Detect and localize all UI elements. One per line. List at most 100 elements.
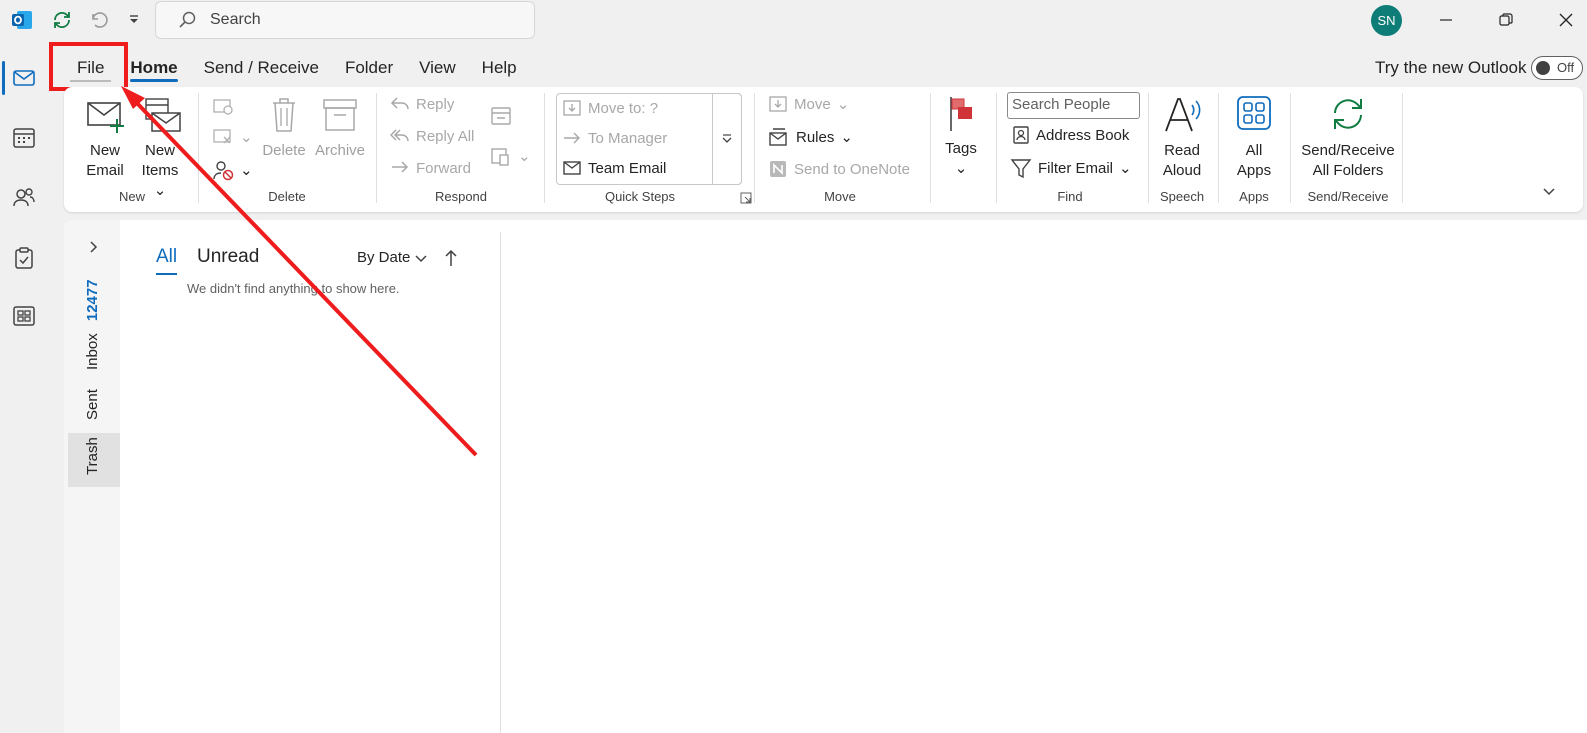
ribbon-collapse-icon[interactable]	[1542, 185, 1556, 204]
folder-trash[interactable]: Trash	[84, 437, 101, 475]
all-apps-label-2: Apps	[1236, 162, 1272, 179]
chevron-down-icon: ⌄	[518, 148, 531, 165]
forward-button[interactable]: Forward	[390, 159, 471, 177]
main-content: Inbox 12477 Sent Trash All Unread By Dat…	[64, 220, 1587, 733]
group-label-apps: Apps	[1239, 189, 1269, 204]
tags-label: Tags	[945, 140, 977, 157]
tab-send-receive[interactable]: Send / Receive	[191, 52, 332, 84]
new-email-button[interactable]: New Email	[82, 95, 128, 181]
read-aloud-button[interactable]: Read Aloud	[1156, 93, 1208, 181]
group-label-speech: Speech	[1159, 189, 1205, 204]
mail-icon	[563, 161, 581, 175]
reply-all-button[interactable]: Reply All	[390, 127, 474, 145]
sort-direction-icon[interactable]	[444, 248, 458, 273]
group-label-delete: Delete	[268, 189, 306, 204]
ignore-button[interactable]	[212, 97, 234, 117]
new-items-label-1: New	[144, 142, 175, 159]
team-email-quickstep[interactable]: Team Email	[562, 159, 666, 177]
rail-calendar[interactable]	[0, 114, 48, 162]
folder-pane: Inbox 12477 Sent Trash	[64, 220, 120, 733]
separator	[1148, 93, 1149, 203]
filter-tab-all[interactable]: All	[156, 246, 177, 268]
tab-home[interactable]: Home	[117, 52, 190, 84]
undo-icon[interactable]	[84, 6, 112, 34]
tab-view[interactable]: View	[406, 52, 469, 84]
apps-icon	[13, 306, 35, 326]
move-icon	[769, 96, 787, 112]
clean-up-icon	[213, 129, 231, 144]
expand-folder-pane-icon[interactable]	[88, 240, 98, 259]
send-receive-icon	[1334, 99, 1362, 129]
new-items-button[interactable]: New Items ⌄	[134, 95, 186, 201]
archive-button[interactable]: Archive	[312, 95, 368, 161]
people-icon	[13, 188, 35, 207]
restore-icon[interactable]	[1486, 4, 1526, 36]
separator	[930, 93, 931, 203]
sync-icon[interactable]	[48, 6, 76, 34]
toggle-state: Off	[1557, 60, 1575, 75]
send-receive-all-button[interactable]: Send/Receive All Folders	[1298, 93, 1398, 181]
all-apps-button[interactable]: All Apps	[1228, 93, 1280, 181]
avatar[interactable]: SN	[1371, 5, 1402, 36]
more-respond-button[interactable]: ⌄	[490, 145, 531, 167]
sort-by-date-button[interactable]: By Date	[357, 249, 428, 266]
chevron-down-icon: ⌄	[240, 162, 253, 179]
all-apps-icon	[1237, 96, 1271, 130]
group-label-send-receive: Send/Receive	[1307, 189, 1389, 204]
separator	[1218, 93, 1219, 203]
separator	[1290, 93, 1291, 203]
rail-apps[interactable]	[0, 292, 48, 340]
search-people-input[interactable]: Search People	[1007, 92, 1140, 119]
quick-access-dropdown-icon[interactable]	[120, 6, 148, 34]
quick-steps-more-button[interactable]	[712, 93, 742, 185]
chevron-down-icon	[415, 254, 427, 262]
to-manager-quickstep[interactable]: To Manager	[562, 129, 667, 147]
tab-folder[interactable]: Folder	[332, 52, 406, 84]
active-indicator	[2, 61, 5, 95]
filter-email-button[interactable]: Filter Email ⌄	[1010, 157, 1132, 179]
chevron-down-icon	[722, 134, 732, 143]
rail-tasks[interactable]	[0, 234, 48, 282]
group-label-respond: Respond	[434, 189, 488, 204]
separator	[996, 93, 997, 203]
new-email-label-2: Email	[86, 162, 124, 179]
tags-button[interactable]: Tags ⌄	[940, 93, 982, 179]
group-label-find: Find	[1057, 189, 1083, 204]
folder-sent[interactable]: Sent	[84, 389, 101, 420]
meeting-button[interactable]	[490, 105, 512, 127]
clean-up-button[interactable]: ⌄	[212, 127, 253, 147]
folder-inbox[interactable]: Inbox 12477	[84, 279, 101, 370]
filter-tab-unread[interactable]: Unread	[197, 246, 259, 268]
move-to-quickstep[interactable]: Move to: ?	[562, 99, 658, 117]
ignore-icon	[213, 99, 233, 115]
move-to-icon	[563, 100, 581, 116]
ribbon: New Email New Items ⌄ New ⌄ ⌄ Delete Arc…	[64, 87, 1583, 212]
rail-people[interactable]	[0, 174, 48, 222]
arrow-right-icon	[564, 132, 580, 144]
message-list: All Unread By Date We didn't find anythi…	[120, 220, 501, 733]
reply-button[interactable]: Reply	[390, 95, 454, 113]
separator	[1402, 93, 1403, 203]
tasks-icon	[15, 247, 33, 269]
folder-inbox-label: Inbox	[84, 333, 101, 370]
move-button[interactable]: Move ⌄	[768, 95, 849, 113]
delete-button[interactable]: Delete	[260, 95, 308, 161]
onenote-icon	[770, 161, 786, 177]
minimize-icon[interactable]	[1426, 4, 1466, 36]
read-aloud-label-2: Aloud	[1162, 162, 1202, 179]
junk-button[interactable]: ⌄	[212, 159, 253, 181]
quick-steps-launcher-icon[interactable]	[740, 191, 752, 209]
send-to-onenote-button[interactable]: Send to OneNote	[768, 159, 910, 179]
flag-icon	[950, 97, 972, 131]
tab-help[interactable]: Help	[469, 52, 530, 84]
chevron-down-icon: ⌄	[240, 129, 253, 146]
archive-label: Archive	[314, 142, 366, 159]
search-input[interactable]: Search	[155, 1, 535, 39]
rules-button[interactable]: Rules ⌄	[768, 127, 853, 147]
address-book-button[interactable]: Address Book	[1012, 125, 1129, 145]
filter-tab-underline	[156, 273, 177, 275]
try-new-outlook-toggle[interactable]: Off	[1531, 56, 1583, 80]
annotation-highlight-box	[49, 42, 128, 91]
close-icon[interactable]	[1546, 4, 1586, 36]
rail-mail[interactable]	[0, 54, 48, 102]
